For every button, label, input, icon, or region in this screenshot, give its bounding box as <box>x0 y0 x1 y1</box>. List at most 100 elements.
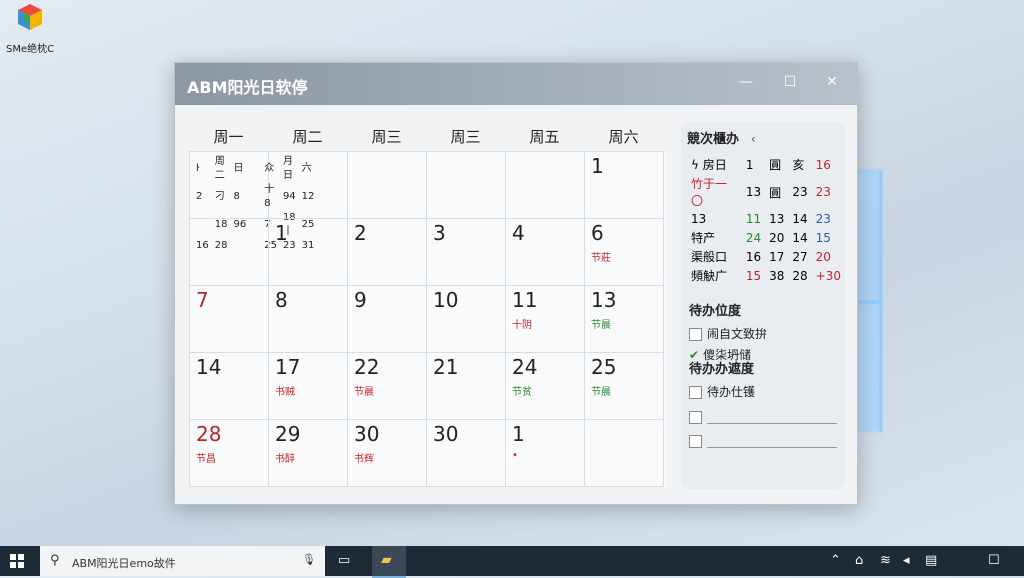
stats-cell: 24 <box>745 230 762 245</box>
close-button[interactable]: ✕ <box>817 69 847 95</box>
todo-checkbox[interactable] <box>689 411 702 424</box>
day-cell[interactable]: 30 书辉 <box>348 420 427 487</box>
taskbar: ⚲ ABM阳光日emo故件 🎙 ▭ ▰ ⌃ ⌂ ≋ ◂ ▤ ☐ <box>0 546 1024 578</box>
day-cell[interactable]: 3 <box>427 219 506 286</box>
app-window: ABM阳光日软停 — ☐ ✕ 周一 周二 周三 周三 周五 周六 ŀ 周二日众月日… <box>174 62 858 505</box>
day-cell[interactable] <box>506 152 585 219</box>
stats-cell: 14 <box>792 212 808 226</box>
todo-input-line[interactable] <box>707 423 837 424</box>
mini-calendar-cell <box>249 183 261 211</box>
day-note: 节晨 <box>591 320 611 331</box>
desktop-shortcut[interactable]: SMe绝枕C <box>6 2 54 55</box>
weekday-label: 周六 <box>608 128 639 146</box>
day-cell[interactable]: 10 <box>427 286 506 353</box>
day-cell[interactable] <box>585 420 664 487</box>
day-cell[interactable]: 22 节晨 <box>348 353 427 420</box>
stats-panel: 競次櫃办 ‹ ϟ 房日 1 圓亥 16 竹于一〇 13 圓 23 23 13 11 13 14 23 特产 2… <box>687 128 845 285</box>
todo-item[interactable] <box>689 434 837 448</box>
day-cell[interactable]: 9 <box>348 286 427 353</box>
collapse-arrow-icon[interactable]: ‹ <box>751 132 756 146</box>
todo-checkbox[interactable] <box>689 328 702 341</box>
stats-title: 競次櫃办 <box>687 132 740 147</box>
todo-checkbox[interactable] <box>689 386 702 399</box>
day-cell[interactable] <box>427 152 506 219</box>
month-grid: 周一 周二 周三 周三 周五 周六 ŀ 周二日众月日六 2 刁 8 十8 94 12 18 96 7… <box>189 123 665 487</box>
day-cell[interactable]: 2 <box>348 219 427 286</box>
day-number: 14 <box>196 355 222 379</box>
todo-item[interactable]: 闹自文致拚 <box>689 325 767 342</box>
stats-cell: 23 <box>815 185 831 199</box>
stats-cell: 特产 <box>691 231 716 245</box>
task-view-icon[interactable]: ▭ <box>338 553 350 568</box>
stats-cell: 11 <box>745 212 762 226</box>
todo-input-line[interactable] <box>707 447 837 448</box>
stats-cell: 23 <box>815 212 831 226</box>
day-number: 1 <box>591 154 604 178</box>
stats-cell: 亥 <box>792 158 805 172</box>
day-number: 1 <box>512 422 525 446</box>
stats-cell: 13 <box>745 185 762 199</box>
volume-icon[interactable]: ◂ <box>903 553 910 568</box>
todo-text: 闹自文致拚 <box>707 327 768 341</box>
windows-start-icon[interactable] <box>10 554 24 568</box>
title-bar[interactable]: ABM阳光日软停 — ☐ ✕ <box>175 63 857 105</box>
day-number: 30 <box>433 422 459 446</box>
day-cell[interactable]: 1 • <box>506 420 585 487</box>
day-cell[interactable]: 1 <box>269 219 348 286</box>
todo-section-title: 待办办遮度 <box>689 362 755 377</box>
day-number: 2 <box>354 221 367 245</box>
day-number: 13 <box>591 288 617 312</box>
minimize-button[interactable]: — <box>731 69 761 95</box>
notification-icon[interactable]: ▤ <box>925 553 937 568</box>
day-cell[interactable]: 7 <box>190 286 269 353</box>
day-cell[interactable]: 24 节贫 <box>506 353 585 420</box>
day-cell[interactable]: 8 <box>269 286 348 353</box>
todo-section-title: 待办位度 <box>689 304 742 319</box>
todo-item[interactable] <box>689 410 837 424</box>
day-note: 书醉 <box>275 454 295 465</box>
day-cell[interactable]: 28 节昌 <box>190 420 269 487</box>
day-cell[interactable]: 21 <box>427 353 506 420</box>
wifi-icon[interactable]: ≋ <box>880 553 891 568</box>
day-cell[interactable]: 29 书醉 <box>269 420 348 487</box>
day-number: 1 <box>275 221 288 245</box>
chevron-up-icon[interactable]: ⌃ <box>830 553 841 568</box>
stats-cell: 15 <box>745 268 762 283</box>
todo-item[interactable]: 待办仕镬 <box>689 383 837 400</box>
day-cell[interactable] <box>348 152 427 219</box>
stats-cell: 17 <box>769 249 785 264</box>
day-cell[interactable]: 1 <box>585 152 664 219</box>
day-cell[interactable] <box>190 219 269 286</box>
day-number: 28 <box>196 422 222 446</box>
day-number: 17 <box>275 355 301 379</box>
todo-checkbox[interactable] <box>689 435 702 448</box>
day-cell[interactable]: ŀ 周二日众月日六 2 刁 8 十8 94 12 18 96 7 18丨 25 16 28 25 23 31 <box>190 152 314 251</box>
file-explorer-button[interactable]: ▰ <box>372 546 406 578</box>
day-cell[interactable]: 4 <box>506 219 585 286</box>
microphone-icon[interactable]: 🎙 <box>302 553 316 566</box>
mini-calendar-cell <box>249 155 261 183</box>
stats-cell: 27 <box>792 249 808 264</box>
day-cell[interactable]: 25 节晨 <box>585 353 664 420</box>
day-cell[interactable]: 6 节莊 <box>585 219 664 286</box>
day-cell[interactable]: 11 十阴 <box>506 286 585 353</box>
mini-calendar-cell: 周二 <box>214 156 225 181</box>
stats-table: ϟ 房日 1 圓亥 16 竹于一〇 13 圓 23 23 13 11 13 14 23 特产 24 20 14 15… <box>687 155 845 285</box>
network-icon[interactable]: ⌂ <box>855 553 863 568</box>
maximize-button[interactable]: ☐ <box>775 69 805 95</box>
day-cell[interactable]: 17 书贼 <box>269 353 348 420</box>
stats-cell: 圓 <box>769 185 782 200</box>
taskbar-search-box[interactable]: ⚲ ABM阳光日emo故件 🎙 <box>40 546 325 576</box>
day-cell[interactable]: 14 <box>190 353 269 420</box>
todo-text: 待办仕镬 <box>707 385 756 399</box>
day-number: 7 <box>196 288 209 312</box>
day-note: 节昌 <box>196 454 216 465</box>
action-center-icon[interactable]: ☐ <box>988 553 1000 568</box>
day-number: 9 <box>354 288 367 312</box>
stats-cell: 15 <box>815 230 831 245</box>
day-cell[interactable]: 30 <box>427 420 506 487</box>
search-text: ABM阳光日emo故件 <box>72 557 176 570</box>
day-number: 3 <box>433 221 446 245</box>
day-cell[interactable] <box>269 152 348 219</box>
day-cell[interactable]: 13 节晨 <box>585 286 664 353</box>
